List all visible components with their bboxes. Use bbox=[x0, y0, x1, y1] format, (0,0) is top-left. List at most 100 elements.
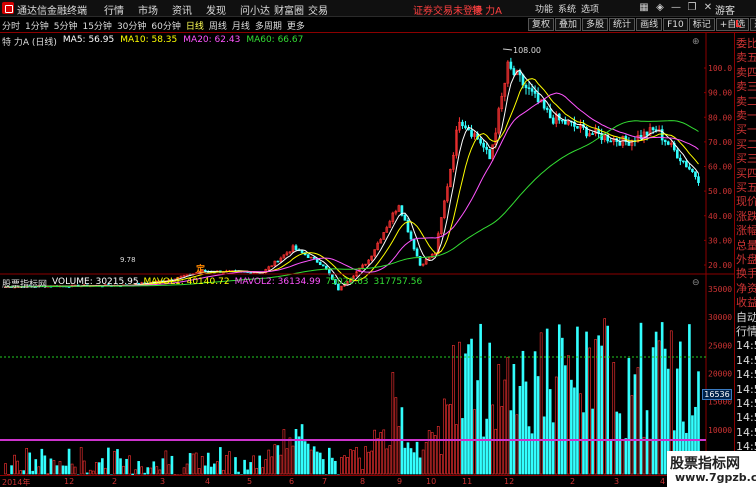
volume-bar bbox=[554, 376, 558, 475]
volume-bar bbox=[515, 414, 519, 475]
volume-bar bbox=[524, 381, 528, 475]
volume-bar bbox=[191, 453, 195, 475]
volume-bar bbox=[255, 468, 258, 475]
volume-bar bbox=[209, 466, 213, 475]
volume-bar bbox=[43, 455, 47, 475]
price-axis-label: 90.00 bbox=[708, 89, 732, 98]
scroll-icons: ⊕ ⊖ bbox=[692, 37, 700, 288]
volume-bar bbox=[137, 461, 140, 475]
moving-average-lines bbox=[5, 69, 699, 288]
volume-bar bbox=[113, 451, 116, 475]
volume-bar bbox=[521, 350, 525, 475]
back-button[interactable]: 返回 bbox=[750, 18, 756, 31]
volume-bar bbox=[612, 362, 616, 475]
candle-body bbox=[412, 238, 416, 250]
volume-bar bbox=[225, 455, 228, 475]
candle-body bbox=[409, 231, 413, 240]
candle-body bbox=[312, 256, 316, 259]
date-label: 12 bbox=[504, 477, 515, 486]
volume-bar bbox=[473, 409, 476, 475]
volume-bar bbox=[642, 436, 646, 475]
side-panel-item: 卖二 bbox=[736, 94, 756, 108]
volume-bar bbox=[651, 347, 655, 475]
volume-bar bbox=[64, 465, 68, 475]
candle-body bbox=[536, 93, 540, 103]
side-panel-item: 总量 bbox=[736, 238, 756, 252]
volume-bar bbox=[125, 458, 128, 475]
volume-bar bbox=[470, 338, 473, 475]
candle-body bbox=[318, 261, 322, 266]
volume-bar bbox=[579, 393, 582, 475]
volume-bar bbox=[79, 447, 83, 475]
volume-bar bbox=[149, 467, 153, 475]
volume-bar bbox=[648, 438, 652, 475]
candle-body bbox=[651, 127, 655, 131]
candle-body bbox=[306, 254, 310, 258]
volume-bar bbox=[25, 448, 29, 475]
volume-bar bbox=[615, 411, 619, 475]
price-axis-label: 70.00 bbox=[708, 138, 732, 147]
volume-bar bbox=[264, 459, 268, 475]
side-panel-item: 买二 bbox=[736, 137, 756, 151]
volume-bar bbox=[388, 445, 392, 475]
date-label: 4 bbox=[205, 477, 211, 486]
date-label: 12 bbox=[64, 477, 75, 486]
volume-bar bbox=[182, 467, 186, 475]
mavol4-value: 317757.56 bbox=[373, 277, 423, 287]
indicator-name[interactable]: 股票指标网 bbox=[2, 277, 47, 290]
ma20-value: MA20: 62.43 bbox=[183, 35, 241, 45]
volume-bar bbox=[67, 448, 71, 475]
date-axis: 2014年 12 2 3 4 5 6 7 8 9 10 11 12 2 3 4 bbox=[0, 475, 734, 487]
volume-bar bbox=[258, 455, 262, 475]
volume-bar bbox=[503, 379, 507, 475]
collapse-icon[interactable]: ⊖ bbox=[692, 278, 700, 288]
date-label: 3 bbox=[614, 477, 620, 486]
volume-bar bbox=[512, 364, 516, 475]
volume-bar bbox=[28, 452, 32, 475]
volume-bar bbox=[533, 351, 537, 475]
candle-body bbox=[663, 139, 667, 143]
side-panel-item: 14:50 bbox=[736, 382, 756, 396]
volume-bar bbox=[352, 450, 355, 475]
candle-body bbox=[675, 149, 679, 159]
kline-chart-canvas[interactable]: 100.0 90.00 80.00 70.00 60.00 50.00 40.00 30.00… bbox=[0, 0, 734, 475]
volume-bar bbox=[654, 331, 658, 475]
volume-bar bbox=[161, 458, 165, 475]
volume-bar bbox=[158, 469, 162, 475]
candle-body bbox=[560, 119, 564, 122]
volume-bar bbox=[573, 387, 576, 475]
watermark-title: 股票指标网 bbox=[670, 456, 740, 472]
mavol2-value: MAVOL2: 36134.99 bbox=[234, 277, 321, 287]
volume-bar bbox=[152, 461, 156, 475]
volume-bar bbox=[261, 467, 265, 475]
volume-bar bbox=[479, 323, 482, 475]
date-label: 10 bbox=[426, 477, 437, 486]
side-panel-item: 买五 bbox=[736, 181, 756, 194]
volume-bar bbox=[200, 456, 204, 475]
volume-bar bbox=[321, 459, 325, 475]
volume-bar bbox=[134, 469, 137, 475]
volume-bar bbox=[564, 365, 567, 475]
candle-body bbox=[666, 141, 670, 145]
candlesticks bbox=[4, 57, 700, 291]
date-label: 9 bbox=[397, 477, 403, 486]
date-label: 2 bbox=[112, 477, 118, 486]
volume-bar bbox=[585, 331, 588, 475]
volume-bar bbox=[55, 465, 59, 475]
volume-header: 股票指标网 VOLUME: 30215.95 MAVOL1: 40140.72 … bbox=[2, 277, 427, 290]
candle-body bbox=[461, 121, 464, 127]
side-panel-item: 换手 bbox=[736, 267, 756, 281]
candle-body bbox=[645, 131, 649, 136]
volume-bar bbox=[143, 472, 147, 475]
date-label: 7 bbox=[322, 477, 328, 486]
stock-name-period: 特 力A (日线) bbox=[2, 38, 57, 48]
volume-bar bbox=[273, 444, 277, 475]
volume-bar bbox=[34, 459, 38, 475]
side-panel-item: 净资 bbox=[736, 281, 756, 295]
volume-bar bbox=[436, 426, 440, 475]
low-marker-label: 9.78 bbox=[120, 256, 136, 264]
candle-body bbox=[276, 260, 280, 263]
volume-bar bbox=[576, 326, 579, 475]
volume-bar bbox=[243, 459, 246, 475]
expand-icon[interactable]: ⊕ bbox=[692, 37, 700, 47]
